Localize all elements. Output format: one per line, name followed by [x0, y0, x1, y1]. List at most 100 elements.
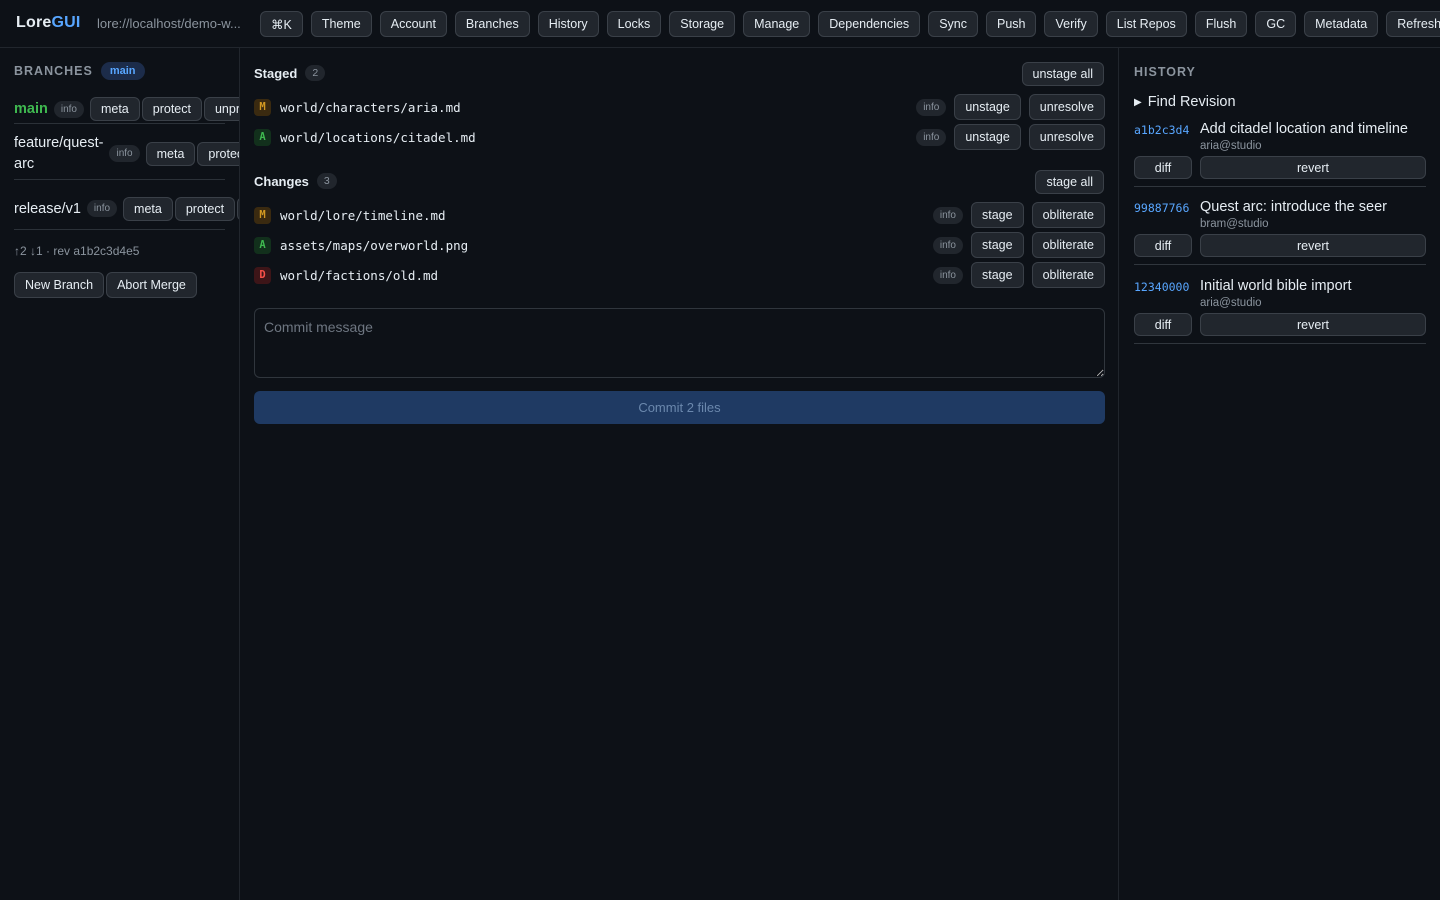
stage-button[interactable]: stage: [970, 262, 1024, 288]
staged-file-row[interactable]: M world/characters/aria.md info unstage …: [254, 94, 1105, 120]
branch-meta-button[interactable]: meta: [89, 97, 140, 121]
storage-button[interactable]: Storage: [669, 11, 736, 37]
file-actions: info unstage unresolve: [916, 94, 1105, 120]
file-info-button[interactable]: info: [916, 128, 947, 146]
metadata-button[interactable]: Metadata: [1304, 11, 1379, 37]
unresolve-button[interactable]: unresolve: [1028, 124, 1105, 150]
flush-button[interactable]: Flush: [1194, 11, 1248, 37]
branches-header: BRANCHES main: [14, 62, 145, 80]
revert-button[interactable]: revert: [1200, 313, 1426, 336]
sync-status: ↑2 ↓1 · rev a1b2c3d4e5: [14, 244, 140, 258]
commit-hash[interactable]: 99887766: [1134, 199, 1200, 215]
changes-panel: Staged 2 unstage all M world/characters/…: [240, 48, 1119, 900]
branch-protect-button[interactable]: protect: [141, 97, 202, 121]
branch-unprotect-button[interactable]: unprote: [203, 97, 239, 121]
theme-button[interactable]: Theme: [310, 11, 372, 37]
file-info-button[interactable]: info: [932, 266, 963, 284]
file-info-button[interactable]: info: [916, 98, 947, 116]
file-path[interactable]: world/locations/citadel.md: [280, 130, 476, 145]
commit-message-input[interactable]: [254, 308, 1105, 378]
revert-button[interactable]: revert: [1200, 234, 1426, 257]
command-palette-button[interactable]: ⌘K: [260, 11, 303, 37]
branch-protect-button[interactable]: protect: [197, 141, 239, 166]
file-path[interactable]: world/characters/aria.md: [280, 100, 461, 115]
gc-button[interactable]: GC: [1255, 11, 1297, 37]
new-branch-button[interactable]: New Branch: [14, 272, 105, 298]
branch-row-release-v1[interactable]: release/v1 info meta protect ur: [14, 188, 239, 230]
logo-main: Lore: [16, 14, 52, 31]
branch-name[interactable]: release/v1: [14, 201, 81, 217]
manage-button[interactable]: Manage: [743, 11, 811, 37]
dependencies-button[interactable]: Dependencies: [818, 11, 921, 37]
changed-file-row[interactable]: M world/lore/timeline.md info stage obli…: [254, 202, 1105, 228]
find-revision-toggle[interactable]: ▶ Find Revision: [1134, 94, 1236, 110]
commit-message: Initial world bible import: [1200, 278, 1352, 294]
changes-title: Changes: [254, 173, 309, 189]
commit-button[interactable]: Commit 2 files: [254, 391, 1105, 424]
stage-button[interactable]: stage: [970, 232, 1024, 258]
changes-count: 3: [316, 173, 337, 189]
commit-hash[interactable]: 12340000: [1134, 278, 1200, 294]
history-panel: HISTORY ▶ Find Revision a1b2c3d4 Add cit…: [1120, 48, 1440, 900]
account-button[interactable]: Account: [379, 11, 447, 37]
branch-protect-button[interactable]: protect: [174, 196, 236, 221]
obliterate-button[interactable]: obliterate: [1031, 232, 1105, 258]
staged-count: 2: [305, 65, 326, 81]
locks-button[interactable]: Locks: [606, 11, 662, 37]
staged-file-row[interactable]: A world/locations/citadel.md info unstag…: [254, 124, 1105, 150]
modified-status-badge: M: [254, 98, 271, 116]
history-title: HISTORY: [1134, 65, 1196, 79]
top-bar: LoreGUI lore://localhost/demo-w... ⌘K Th…: [0, 0, 1440, 48]
stage-all-button[interactable]: stage all: [1035, 170, 1104, 194]
history-item: 12340000 Initial world bible import aria…: [1134, 278, 1426, 344]
added-status-badge: A: [254, 236, 271, 254]
branch-meta-button[interactable]: meta: [123, 196, 173, 221]
branches-button[interactable]: Branches: [454, 11, 530, 37]
file-path[interactable]: assets/maps/overworld.png: [280, 238, 468, 253]
refresh-button[interactable]: Refresh: [1386, 11, 1440, 37]
diff-button[interactable]: diff: [1134, 234, 1192, 257]
changed-file-row[interactable]: A assets/maps/overworld.png info stage o…: [254, 232, 1105, 258]
diff-button[interactable]: diff: [1134, 313, 1192, 336]
file-info-button[interactable]: info: [932, 206, 963, 224]
list-repos-button[interactable]: List Repos: [1105, 11, 1187, 37]
branch-name[interactable]: feature/quest-arc: [14, 133, 103, 175]
diff-button[interactable]: diff: [1134, 156, 1192, 179]
added-status-badge: A: [254, 128, 271, 146]
find-revision-label: Find Revision: [1147, 94, 1236, 110]
branch-row-main[interactable]: main info meta protect unprote: [14, 95, 239, 124]
commit-hash[interactable]: a1b2c3d4: [1134, 121, 1200, 137]
file-path[interactable]: world/factions/old.md: [280, 268, 438, 283]
changed-file-row[interactable]: D world/factions/old.md info stage oblit…: [254, 262, 1105, 288]
branch-name[interactable]: main: [14, 101, 48, 117]
staged-header: Staged 2: [254, 65, 326, 81]
staged-title: Staged: [254, 65, 298, 81]
stage-button[interactable]: stage: [970, 202, 1024, 228]
branch-info-button[interactable]: info: [53, 100, 84, 118]
commit-author: bram@studio: [1200, 218, 1269, 230]
abort-merge-button[interactable]: Abort Merge: [106, 272, 197, 298]
commit-message: Add citadel location and timeline: [1200, 121, 1408, 137]
app-logo: LoreGUI: [16, 14, 81, 32]
push-button[interactable]: Push: [985, 11, 1037, 37]
file-actions: info unstage unresolve: [916, 124, 1105, 150]
branch-info-button[interactable]: info: [109, 145, 140, 162]
unstage-button[interactable]: unstage: [954, 124, 1021, 150]
current-branch-badge: main: [100, 62, 145, 80]
history-button[interactable]: History: [537, 11, 599, 37]
obliterate-button[interactable]: obliterate: [1031, 262, 1105, 288]
branch-meta-button[interactable]: meta: [145, 141, 196, 166]
branch-info-button[interactable]: info: [86, 200, 118, 217]
file-info-button[interactable]: info: [932, 236, 963, 254]
repo-url: lore://localhost/demo-w...: [97, 16, 241, 31]
unresolve-button[interactable]: unresolve: [1028, 94, 1105, 120]
sync-button[interactable]: Sync: [928, 11, 978, 37]
branch-row-feature-quest-arc[interactable]: feature/quest-arc info meta protect: [14, 128, 239, 180]
file-path[interactable]: world/lore/timeline.md: [280, 208, 446, 223]
unstage-button[interactable]: unstage: [954, 94, 1021, 120]
obliterate-button[interactable]: obliterate: [1031, 202, 1105, 228]
unstage-all-button[interactable]: unstage all: [1021, 62, 1104, 86]
verify-button[interactable]: Verify: [1044, 11, 1098, 37]
revert-button[interactable]: revert: [1200, 156, 1426, 179]
modified-status-badge: M: [254, 206, 271, 224]
